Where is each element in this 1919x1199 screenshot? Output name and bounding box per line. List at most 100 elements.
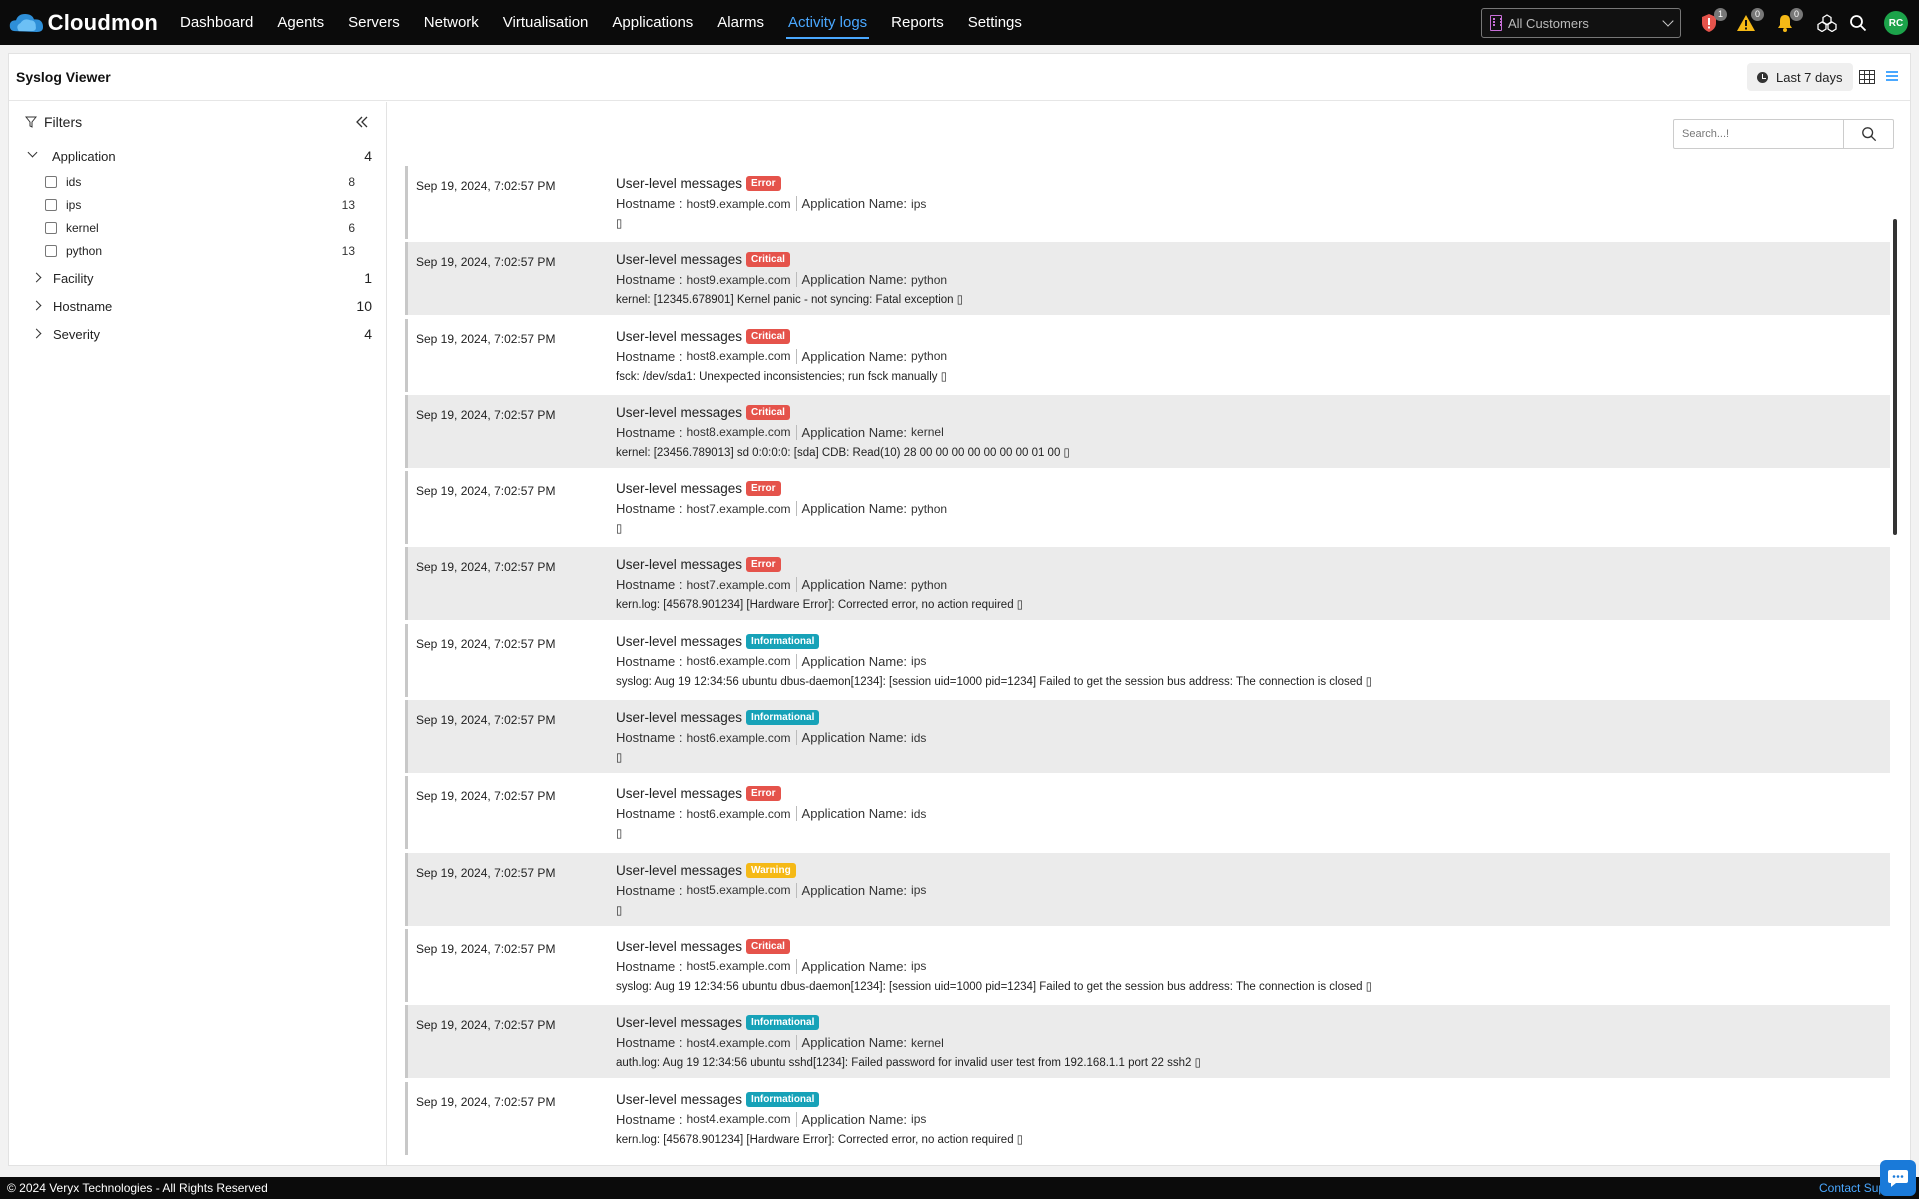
filter-option-label: ids [66,174,82,189]
filter-option-checkbox[interactable] [45,221,57,234]
apps-icon [1817,14,1837,32]
log-message: kern.log: [45678.901234] [Hardware Error… [616,599,1024,612]
hostname-label: Hostname : [616,958,683,974]
user-avatar[interactable]: RC [1884,11,1908,35]
filter-option-python[interactable]: python 13 [9,239,386,262]
log-timestamp: Sep 19, 2024, 7:02:57 PM [416,636,556,651]
app-name: Cloudmon [47,9,158,35]
filter-option-count: 8 [348,174,355,189]
clock-icon [1757,71,1768,83]
list-view-icon[interactable] [1886,71,1898,81]
log-facility: User-level messages [616,710,743,726]
chat-button[interactable] [1880,1160,1916,1196]
chevron-right-icon [31,300,42,311]
log-list: Sep 19, 2024, 7:02:57 PM User-level messa… [405,166,1890,1158]
log-message: kernel: [12345.678901] Kernel panic - no… [616,294,964,307]
nav-item-reports[interactable]: Reports [879,0,956,45]
hostname-value: host6.example.com [686,806,791,821]
appname-value: ids [911,806,927,821]
log-entry[interactable]: Sep 19, 2024, 7:02:57 PM User-level messa… [405,1005,1890,1079]
severity-badge: Critical [746,328,790,344]
log-meta: Hostname : host4.example.com Application N… [616,1111,926,1127]
filter-option-kernel[interactable]: kernel 6 [9,216,386,239]
hostname-label: Hostname : [616,424,683,440]
severity-badge: Error [746,481,781,497]
time-range-button[interactable]: Last 7 days [1747,63,1853,91]
contact-support-link[interactable]: Contact Sup [1819,1181,1885,1195]
meta-divider [795,1035,797,1051]
appname-label: Application Name: [801,424,908,440]
customer-select-value: All Customers [1508,15,1589,31]
filter-option-label: kernel [66,220,99,235]
log-entry[interactable]: Sep 19, 2024, 7:02:57 PM User-level messa… [405,623,1890,697]
log-entry[interactable]: Sep 19, 2024, 7:02:57 PM User-level messa… [405,166,1890,239]
nav-item-alarms[interactable]: Alarms [705,0,776,45]
global-search-button[interactable] [1846,11,1870,35]
search-icon [1850,15,1867,32]
nav-item-dashboard[interactable]: Dashboard [168,0,265,45]
severity-badge: Error [746,176,781,191]
nav-item-servers[interactable]: Servers [336,0,412,45]
log-meta: Hostname : host8.example.com Application N… [616,348,947,364]
log-entry[interactable]: Sep 19, 2024, 7:02:57 PM User-level messa… [405,242,1890,316]
filter-option-count: 13 [341,243,355,258]
appname-label: Application Name: [801,1035,908,1051]
nav-item-activity-logs[interactable]: Activity logs [776,0,879,45]
collapse-panel-icon[interactable] [354,114,370,130]
appname-value: ips [911,959,927,974]
meta-divider [795,958,797,974]
nav-item-agents[interactable]: Agents [265,0,336,45]
nav-item-settings[interactable]: Settings [956,0,1034,45]
filter-group-facility[interactable]: Facility 1 [9,264,386,292]
filter-option-count: 6 [348,220,355,235]
log-entry[interactable]: Sep 19, 2024, 7:02:57 PM User-level messa… [405,394,1890,468]
nav-item-network[interactable]: Network [412,0,491,45]
hostname-label: Hostname : [616,730,683,746]
filter-option-ips[interactable]: ips 13 [9,193,386,216]
log-timestamp: Sep 19, 2024, 7:02:57 PM [416,1094,556,1109]
app-logo[interactable]: Cloudmon [8,0,158,45]
filter-group-application[interactable]: Application 4 [9,142,386,170]
log-entry[interactable]: Sep 19, 2024, 7:02:57 PM User-level messa… [405,928,1890,1002]
log-entry[interactable]: Sep 19, 2024, 7:02:57 PM User-level messa… [405,700,1890,774]
chevron-right-icon [31,272,42,283]
filter-option-checkbox[interactable] [45,198,57,211]
card-header: Syslog Viewer Last 7 days [9,54,1910,101]
appname-label: Application Name: [801,348,908,364]
log-facility: User-level messages [616,176,743,191]
nav-item-applications[interactable]: Applications [600,0,705,45]
log-search-button[interactable] [1843,119,1894,149]
security-alerts-button[interactable]: 1 [1697,8,1727,35]
filter-option-checkbox[interactable] [45,175,57,188]
nav-item-virtualisation[interactable]: Virtualisation [491,0,601,45]
log-meta: Hostname : host9.example.com Application N… [616,272,947,288]
log-facility: User-level messages [616,481,743,497]
log-entry[interactable]: Sep 19, 2024, 7:02:57 PM User-level messa… [405,1081,1890,1155]
hostname-value: host4.example.com [686,1112,791,1127]
severity-badge: Critical [746,938,790,954]
apps-button[interactable] [1815,11,1839,35]
warnings-button[interactable]: 0 [1734,8,1764,35]
log-message: kern.log: [45678.901234] [Hardware Error… [616,1133,1024,1146]
log-entry[interactable]: Sep 19, 2024, 7:02:57 PM User-level messa… [405,852,1890,926]
log-entry[interactable]: Sep 19, 2024, 7:02:57 PM User-level messa… [405,776,1890,850]
customer-select[interactable]: All Customers [1481,8,1681,38]
filter-option-ids[interactable]: ids 8 [9,170,386,193]
meta-divider [795,1111,797,1127]
appname-value: ids [911,730,927,745]
log-entry[interactable]: Sep 19, 2024, 7:02:57 PM User-level messa… [405,547,1890,621]
log-entry[interactable]: Sep 19, 2024, 7:02:57 PM User-level messa… [405,471,1890,545]
filter-group-hostname[interactable]: Hostname 10 [9,292,386,320]
log-message: kernel: [23456.789013] sd 0:0:0:0: [sda]… [616,446,1070,459]
filter-option-checkbox[interactable] [45,244,57,257]
log-timestamp: Sep 19, 2024, 7:02:57 PM [416,1018,556,1033]
log-list-scrollbar[interactable] [1893,219,1897,535]
filter-group-severity[interactable]: Severity 4 [9,320,386,348]
log-title: User-level messages Informational [616,710,820,726]
appname-label: Application Name: [801,1111,908,1127]
table-view-icon[interactable] [1859,70,1875,84]
log-meta: Hostname : host4.example.com Application N… [616,1035,944,1051]
log-search-input[interactable]: Search...! [1673,119,1844,149]
log-entry[interactable]: Sep 19, 2024, 7:02:57 PM User-level messa… [405,318,1890,392]
notifications-button[interactable]: 0 [1773,8,1803,35]
